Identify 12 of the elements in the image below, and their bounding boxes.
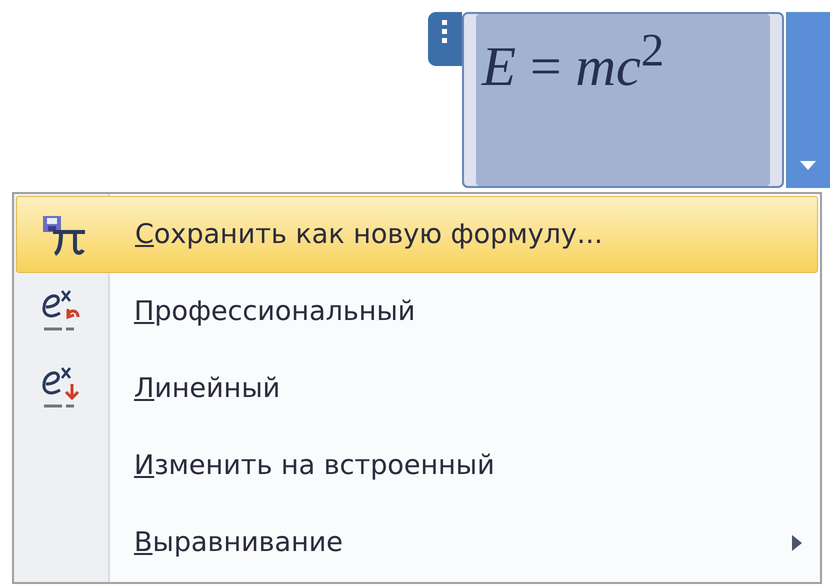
menu-item-label: Профессиональный	[134, 296, 416, 327]
menu-item[interactable]: Профессиональный	[16, 273, 818, 350]
menu-item[interactable]: Сохранить как новую формулу...	[16, 196, 818, 273]
equation-text: E = mc$^{2}$	[480, 36, 664, 98]
menu-item[interactable]: Изменить на встроенный	[16, 427, 818, 504]
equation-box[interactable]: E = mc$^{2}$	[462, 12, 784, 188]
menu-item-label: Линейный	[134, 373, 282, 404]
menu-item[interactable]: Выравнивание	[16, 504, 818, 581]
menu-item-label: Сохранить как новую формулу...	[135, 219, 604, 250]
menu-item-label: Изменить на встроенный	[134, 450, 496, 481]
menu-item-label: Выравнивание	[134, 527, 344, 558]
menu-item[interactable]: Линейный	[16, 350, 818, 427]
